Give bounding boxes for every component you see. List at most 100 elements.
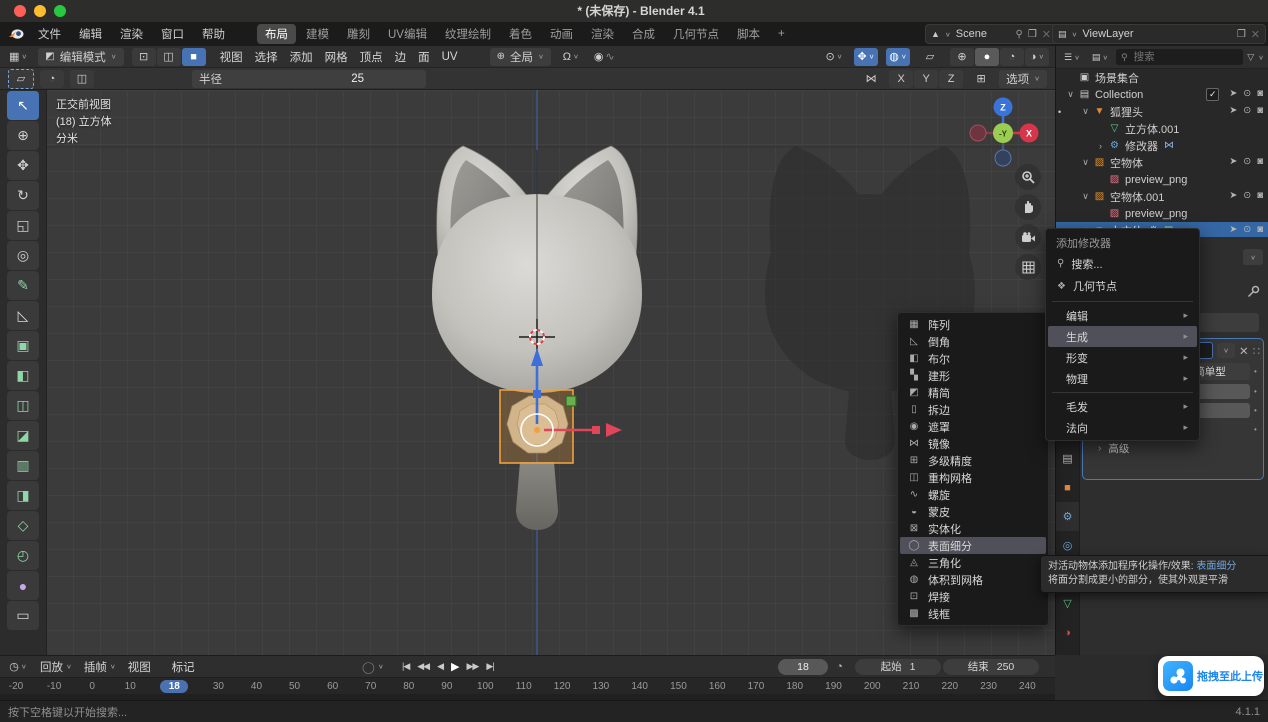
decorator-dot[interactable]: • bbox=[1254, 367, 1260, 376]
workspace-tab[interactable]: 动画 bbox=[542, 24, 581, 44]
selectable-icon[interactable]: ➤ bbox=[1229, 88, 1237, 101]
gizmo-x-arrow[interactable] bbox=[606, 423, 622, 437]
shading-rendered-button[interactable]: ◑∨ bbox=[1025, 48, 1049, 66]
decorator-dot[interactable]: • bbox=[1254, 425, 1260, 434]
auto-key-button[interactable]: ◯ bbox=[362, 660, 375, 674]
mirror-icon-button[interactable]: ⋈ bbox=[859, 70, 883, 88]
playback-button[interactable]: ▶| bbox=[482, 661, 497, 672]
outliner-row[interactable]: • ▨ preview_png ✓ ➤ ⊙ ◙ bbox=[1056, 205, 1268, 222]
current-frame-field[interactable]: 18 bbox=[778, 659, 828, 675]
camera-view-button[interactable] bbox=[1015, 224, 1041, 250]
tool-button[interactable]: ● bbox=[7, 571, 39, 600]
modifier-category-item[interactable]: 法向 ▸ bbox=[1048, 417, 1197, 438]
selectable-icon[interactable]: ➤ bbox=[1229, 156, 1237, 169]
viewport-menu[interactable]: UV bbox=[436, 51, 464, 63]
modifier-menu-item[interactable]: ⋈ 镜像 bbox=[900, 435, 1046, 452]
outliner-display-mode-button[interactable]: ▤∨ bbox=[1088, 48, 1112, 66]
viewport-menu[interactable]: 选择 bbox=[249, 49, 284, 65]
vertex-select-button[interactable]: ⊡ bbox=[132, 48, 156, 66]
mirror-axis-button[interactable]: Y bbox=[914, 70, 938, 88]
radius-slider[interactable]: 半径 25 bbox=[192, 70, 426, 88]
outliner-search-input[interactable] bbox=[1132, 50, 1206, 64]
edge-select-button[interactable]: ◫ bbox=[157, 48, 181, 66]
tool-button[interactable]: ✥ bbox=[7, 151, 39, 180]
modifier-category-item[interactable]: 编辑 ▸ bbox=[1048, 305, 1197, 326]
stopwatch-icon[interactable]: ◔ bbox=[836, 661, 843, 673]
selectable-icon[interactable]: ➤ bbox=[1229, 105, 1237, 118]
expander-icon[interactable]: › bbox=[1094, 141, 1107, 151]
hide-render-icon[interactable]: ◙ bbox=[1257, 156, 1263, 169]
modifier-menu-item[interactable]: ◫ 重构网格 bbox=[900, 469, 1046, 486]
modifier-category-item[interactable]: 形变 ▸ bbox=[1048, 347, 1197, 368]
tool-button[interactable]: ◧ bbox=[7, 361, 39, 390]
geometry-nodes-item[interactable]: ❖ 几何节点 bbox=[1048, 274, 1197, 298]
viewport-menu[interactable]: 面 bbox=[412, 49, 436, 65]
modifier-menu-item[interactable]: ◒ 蒙皮 bbox=[900, 503, 1046, 520]
modifier-menu-item[interactable]: ▦ 阵列 bbox=[900, 316, 1046, 333]
workspace-tab[interactable]: 纹理绘制 bbox=[437, 24, 499, 44]
outliner-row[interactable]: • ∨ ▨ 空物体 ✓ ➤ ⊙ ◙ bbox=[1056, 154, 1268, 171]
expander-icon[interactable]: ∨ bbox=[1079, 157, 1092, 168]
modifier-category-item[interactable]: 毛发 ▸ bbox=[1048, 396, 1197, 417]
funnel-icon[interactable]: ▽ bbox=[1247, 52, 1254, 63]
workspace-tab[interactable]: + bbox=[770, 26, 793, 42]
hide-render-icon[interactable]: ◙ bbox=[1257, 224, 1263, 237]
outliner-row[interactable]: • ∨ ▼ 狐狸头 ✓ ➤ ⊙ ◙ bbox=[1056, 103, 1268, 120]
modifier-category-item[interactable]: 物理 ▸ bbox=[1048, 368, 1197, 389]
topbar-menu[interactable]: 文件 bbox=[29, 26, 70, 42]
tool-button[interactable]: ⊕ bbox=[7, 121, 39, 150]
xray-toggle[interactable]: ▱ bbox=[918, 48, 942, 66]
properties-tab[interactable]: ◑ bbox=[1056, 618, 1079, 647]
hide-render-icon[interactable]: ◙ bbox=[1257, 105, 1263, 118]
hide-viewport-icon[interactable]: ⊙ bbox=[1243, 88, 1251, 101]
playback-button[interactable]: ▶ bbox=[447, 660, 462, 673]
remove-icon[interactable]: ✕ bbox=[1251, 28, 1260, 41]
snap-base-button[interactable]: ⊞ bbox=[969, 70, 993, 88]
outliner-search[interactable]: ⚲ bbox=[1116, 49, 1243, 65]
modifier-menu-item[interactable]: ◍ 体积到网格 bbox=[900, 571, 1046, 588]
select-mode-extend-button[interactable]: ◔ bbox=[40, 70, 64, 88]
modifier-menu-item[interactable]: ◬ 三角化 bbox=[900, 554, 1046, 571]
properties-tab[interactable]: ■ bbox=[1056, 473, 1079, 502]
axis-negx-handle[interactable] bbox=[970, 125, 986, 141]
editor-type-button[interactable]: ▦ ∨ bbox=[6, 48, 30, 66]
timeline-editor-type-button[interactable]: ◷∨ bbox=[6, 658, 30, 676]
decorator-dot[interactable]: • bbox=[1254, 406, 1260, 415]
shading-solid-button[interactable]: ● bbox=[975, 48, 999, 66]
timeline-menu[interactable]: 回放∨ bbox=[34, 659, 78, 675]
workspace-tab[interactable]: 几何节点 bbox=[665, 24, 727, 44]
mode-dropdown[interactable]: ◩ 编辑模式 ∨ bbox=[38, 48, 123, 66]
modifier-menu-item[interactable]: ◉ 遮罩 bbox=[900, 418, 1046, 435]
modifier-menu-item[interactable]: ▯ 拆边 bbox=[900, 401, 1046, 418]
playback-button[interactable]: ▶▶ bbox=[463, 661, 483, 672]
modifier-menu-item[interactable]: ∿ 螺旋 bbox=[900, 486, 1046, 503]
viewport-menu[interactable]: 添加 bbox=[284, 49, 319, 65]
scene-selector[interactable]: ▲ ∨ Scene ⚲ ❐ ✕ bbox=[925, 24, 1057, 44]
timeline-menu[interactable]: 标记∨ bbox=[166, 659, 210, 675]
options-dropdown[interactable]: 选项 ∨ bbox=[999, 70, 1047, 88]
tool-button[interactable]: ↖ bbox=[7, 91, 39, 120]
delete-modifier-icon[interactable]: ✕ bbox=[1239, 344, 1249, 358]
properties-tab[interactable]: ⚙ bbox=[1056, 502, 1079, 531]
viewport-menu[interactable]: 视图 bbox=[214, 49, 249, 65]
modifier-menu-item[interactable]: ⊞ 多级精度 bbox=[900, 452, 1046, 469]
topbar-menu[interactable]: 渲染 bbox=[111, 26, 152, 42]
snap-toggle[interactable]: Ω∨ bbox=[559, 48, 583, 66]
outliner-row[interactable]: • ▣ 场景集合 ✓ ➤ ⊙ ◙ bbox=[1056, 69, 1268, 86]
properties-tab[interactable]: ▤ bbox=[1056, 444, 1079, 473]
tool-button[interactable]: ◱ bbox=[7, 211, 39, 240]
viewlayer-selector[interactable]: ▤ ∨ ViewLayer ❐ ✕ bbox=[1052, 24, 1266, 44]
outliner-row[interactable]: • ▽ 立方体.001 ✓ ➤ ⊙ ◙ bbox=[1056, 120, 1268, 137]
modifier-category-item[interactable]: 生成 ▸ bbox=[1048, 326, 1197, 347]
expander-icon[interactable]: ∨ bbox=[1064, 89, 1077, 100]
modifier-menu-item[interactable]: ◧ 布尔 bbox=[900, 350, 1046, 367]
modifier-menu-item[interactable]: ◺ 倒角 bbox=[900, 333, 1046, 350]
playback-button[interactable]: ◀ bbox=[433, 661, 447, 672]
outliner-row[interactable]: • › ⚙ 修改器 ⋈ ✓ ➤ ⊙ ◙ bbox=[1056, 137, 1268, 154]
tool-button[interactable]: ▥ bbox=[7, 451, 39, 480]
hide-viewport-icon[interactable]: ⊙ bbox=[1243, 156, 1251, 169]
select-mode-subtract-button[interactable]: ◫ bbox=[70, 70, 94, 88]
hide-viewport-icon[interactable]: ⊙ bbox=[1243, 105, 1251, 118]
copy-icon[interactable]: ❐ bbox=[1237, 29, 1246, 40]
tool-button[interactable]: ◺ bbox=[7, 301, 39, 330]
